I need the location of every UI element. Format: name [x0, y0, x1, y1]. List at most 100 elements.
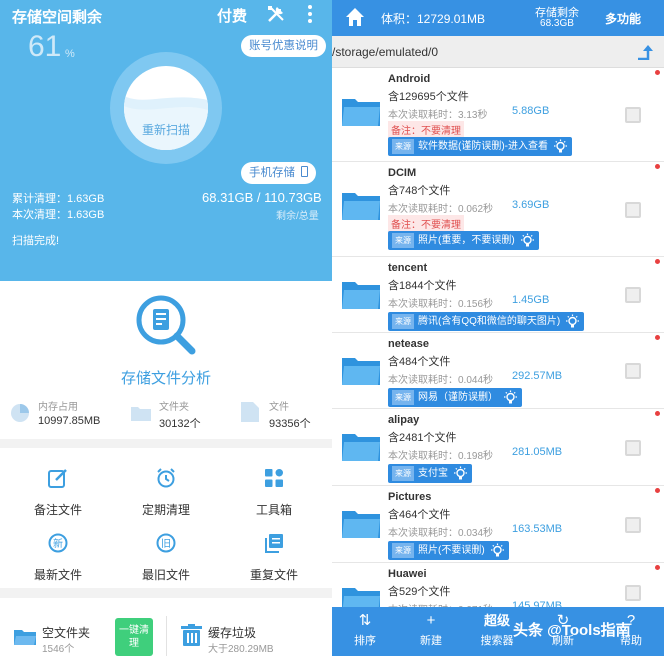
folder-row[interactable]: alipay 含2481个文件 本次读取耗时：0.198秒 281.05MB 来源 支付宝 — [332, 409, 664, 486]
cache-junk-size: 大于280.29MB — [208, 644, 274, 655]
svg-text:新: 新 — [53, 537, 63, 550]
storage-header: 存储空间剩余 付费 61 % 账号优惠说明 重新扫描 手机存储 累计清理：1.6… — [0, 0, 332, 281]
folder-name: tencent — [388, 262, 428, 274]
newest-files-button[interactable]: 新 最新文件 — [3, 533, 113, 583]
oldest-files-label: 最旧文件 — [141, 568, 190, 582]
phone-storage-button[interactable]: 手机存储 — [241, 162, 317, 184]
folder-tag[interactable]: 来源 照片(不要误删) — [388, 541, 509, 560]
lightbulb-icon — [554, 139, 567, 153]
folder-icon — [342, 511, 380, 538]
select-checkbox[interactable] — [625, 440, 641, 456]
file-count-value: 93356个 — [269, 418, 311, 430]
one-key-clean-button[interactable]: 一键清理 — [115, 618, 153, 656]
folder-read-time: 本次读取耗时：0.062秒 — [388, 204, 494, 215]
folder-tag[interactable]: 来源 网易（谨防误删） — [388, 388, 522, 407]
select-checkbox[interactable] — [625, 287, 641, 303]
rescan-button[interactable]: 重新扫描 — [110, 121, 222, 138]
new-label: 新建 — [420, 635, 442, 647]
alarm-clock-icon — [157, 468, 175, 488]
source-badge: 来源 — [392, 232, 414, 248]
folder-tag[interactable]: 来源 软件数据(谨防误删)-进入查看 — [388, 137, 572, 156]
pay-button[interactable]: 付费 — [217, 5, 247, 26]
explorer-header: 体积：12729.01MB 存储剩余 68.3GB 多功能 — [332, 0, 664, 36]
storage-overview-panel: 存储空间剩余 付费 61 % 账号优惠说明 重新扫描 手机存储 累计清理：1.6… — [0, 0, 332, 656]
folder-row[interactable]: Pictures 含464个文件 本次读取耗时：0.034秒 163.53MB 来源 照片… — [332, 486, 664, 563]
this-cleaned: 本次清理：1.63GB — [12, 209, 105, 221]
folder-name: alipay — [388, 414, 420, 426]
phone-storage-label: 手机存储 — [249, 167, 295, 179]
unread-dot — [655, 488, 660, 493]
select-checkbox[interactable] — [625, 107, 641, 123]
folder-size: 5.88GB — [512, 105, 550, 117]
watermark: 头条 @Tools指南 — [513, 622, 631, 639]
scheduled-clean-label: 定期清理 — [141, 503, 190, 517]
old-badge-icon: 旧 — [156, 533, 176, 553]
divider — [166, 616, 167, 656]
oldest-files-button[interactable]: 旧 最旧文件 — [111, 533, 221, 583]
select-checkbox[interactable] — [625, 363, 641, 379]
scan-status: 扫描完成! — [12, 235, 60, 247]
folder-row[interactable]: netease 含484个文件 本次读取耗时：0.044秒 292.57MB 来源 网易（… — [332, 333, 664, 409]
edit-note-icon — [48, 469, 67, 488]
folder-file-count: 含1844个文件 — [388, 280, 457, 292]
select-checkbox[interactable] — [625, 517, 641, 533]
folder-tag[interactable]: 来源 照片(重要，不要误删) — [388, 231, 539, 250]
folder-file-count: 含484个文件 — [388, 356, 451, 368]
sort-label: 排序 — [354, 635, 376, 647]
file-count-stat: 文件 93356个 — [241, 398, 311, 431]
scheduled-clean-button[interactable]: 定期清理 — [111, 468, 221, 518]
lightbulb-icon — [490, 543, 504, 557]
phone-icon — [301, 166, 309, 177]
cache-junk-label[interactable]: 缓存垃圾 — [208, 624, 256, 641]
svg-text:旧: 旧 — [161, 538, 171, 550]
folder-read-time: 本次读取耗时：0.198秒 — [388, 451, 494, 462]
lightbulb-icon — [504, 390, 517, 404]
plus-icon: + — [426, 612, 436, 629]
volume-size: 体积：12729.01MB — [381, 12, 486, 26]
folder-row[interactable]: Android 含129695个文件 本次读取耗时：3.13秒 5.88GB 备注：不要… — [332, 68, 664, 162]
toolbox-label: 工具箱 — [255, 503, 292, 517]
memory-usage-label: 内存占用 — [38, 402, 78, 413]
empty-folder-icon — [14, 630, 36, 645]
lightbulb-icon — [520, 233, 534, 247]
quick-clean-bar: 空文件夹 1546个 一键清理 缓存垃圾 大于280.29MB — [0, 598, 332, 656]
source-badge: 来源 — [392, 542, 414, 558]
folder-tag[interactable]: 来源 腾讯(含有QQ和微信的聊天图片) — [388, 312, 585, 331]
empty-folder-label[interactable]: 空文件夹 — [42, 624, 90, 641]
folder-size: 281.05MB — [512, 446, 563, 458]
analysis-title: 存储文件分析 — [120, 370, 211, 387]
toolbox-button[interactable]: 工具箱 — [219, 468, 329, 518]
duplicate-files-button[interactable]: 重复文件 — [219, 533, 329, 583]
select-checkbox[interactable] — [625, 585, 641, 601]
newest-files-label: 最新文件 — [33, 568, 82, 582]
folder-name: Android — [388, 73, 431, 85]
multi-function-button[interactable]: 多功能 — [605, 10, 641, 27]
new-button[interactable]: + 新建 — [398, 607, 464, 648]
account-offer-button[interactable]: 账号优惠说明 — [241, 35, 326, 57]
source-badge: 来源 — [392, 138, 414, 154]
memory-usage-value: 10997.85MB — [38, 415, 101, 427]
file-analysis-icon — [136, 295, 196, 355]
unread-dot — [655, 335, 660, 340]
folder-row[interactable]: DCIM 含748个文件 本次读取耗时：0.062秒 3.69GB 备注：不要清理 来源照… — [332, 162, 664, 257]
home-icon[interactable] — [345, 7, 365, 26]
tools-icon[interactable] — [266, 4, 286, 24]
folder-note: 备注：不要清理 — [388, 215, 464, 232]
more-vert-icon[interactable] — [305, 4, 315, 24]
file-explorer-panel: 体积：12729.01MB 存储剩余 68.3GB 多功能 /storage/e… — [332, 0, 664, 656]
file-analysis-card[interactable]: 存储文件分析 内存占用 10997.85MB 文件夹 30132个 文件 933… — [0, 281, 332, 439]
folder-tag-text: 腾讯(含有QQ和微信的聊天图片) — [418, 316, 561, 327]
folder-icon — [342, 358, 380, 385]
folder-count-stat: 文件夹 30132个 — [131, 398, 201, 431]
folder-read-time: 本次读取耗时：3.13秒 — [388, 110, 488, 121]
folder-file-count: 含748个文件 — [388, 185, 451, 197]
up-level-icon[interactable] — [637, 44, 653, 60]
folder-tag-text: 软件数据(谨防误删)-进入查看 — [418, 141, 548, 152]
notes-files-button[interactable]: 备注文件 — [3, 468, 113, 518]
sort-button[interactable]: ⇅ 排序 — [332, 607, 398, 648]
lightbulb-icon — [454, 466, 467, 480]
folder-tag[interactable]: 来源 支付宝 — [388, 464, 472, 483]
select-checkbox[interactable] — [625, 202, 641, 218]
folder-row[interactable]: tencent 含1844个文件 本次读取耗时：0.156秒 1.45GB 来源 腾讯(含… — [332, 257, 664, 333]
file-count-label: 文件 — [269, 402, 289, 413]
